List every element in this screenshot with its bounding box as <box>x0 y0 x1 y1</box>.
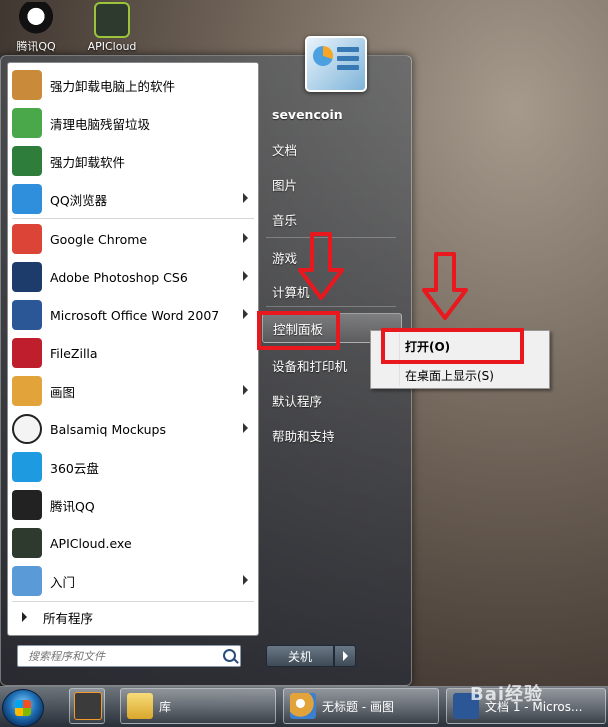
sublime-text-icon <box>74 692 102 720</box>
all-programs-button[interactable]: 所有程序 <box>8 603 258 631</box>
right-item-documents[interactable]: 文档 <box>262 134 402 164</box>
program-item[interactable]: 360云盘 <box>8 448 258 486</box>
menu-divider <box>12 218 254 219</box>
taskbar-button-label: 无标题 - 画图 <box>322 699 394 714</box>
chevron-right-icon[interactable] <box>243 575 248 585</box>
picture-bar <box>337 47 359 52</box>
qq-browser-icon <box>12 184 42 214</box>
start-search-box[interactable] <box>17 645 241 667</box>
program-item[interactable]: Microsoft Office Word 2007 <box>8 296 258 334</box>
down-arrow-annotation-icon <box>298 232 344 300</box>
program-item[interactable]: 腾讯QQ <box>8 486 258 524</box>
program-label: 腾讯QQ <box>50 498 95 514</box>
picture-bar <box>337 65 359 70</box>
desktop-icon-qq[interactable]: 腾讯QQ <box>6 2 66 53</box>
chrome-icon <box>12 224 42 254</box>
all-programs-label: 所有程序 <box>43 610 94 626</box>
menu-divider <box>266 306 396 307</box>
program-label: 360云盘 <box>50 460 99 476</box>
menu-divider <box>12 601 254 602</box>
right-item-music[interactable]: 音乐 <box>262 204 402 234</box>
library-folder-icon <box>127 693 153 719</box>
program-label: Adobe Photoshop CS6 <box>50 269 188 285</box>
taskbar-button-library[interactable]: 库 <box>120 688 276 724</box>
program-label: QQ浏览器 <box>50 192 108 208</box>
uninstall-box-icon <box>12 70 42 100</box>
chevron-right-icon[interactable] <box>243 385 248 395</box>
down-arrow-annotation-icon <box>422 252 468 320</box>
program-label: APICloud.exe <box>50 535 132 551</box>
apicloud-icon <box>12 528 42 558</box>
start-button[interactable] <box>2 689 44 727</box>
program-item[interactable]: Google Chrome <box>8 220 258 258</box>
shutdown-options-button[interactable] <box>334 645 356 667</box>
desktop-icon-label: 腾讯QQ <box>16 40 56 53</box>
program-label: 强力卸载电脑上的软件 <box>50 78 176 94</box>
paint-icon <box>290 693 316 719</box>
shield-app-icon <box>12 146 42 176</box>
recycle-bin-icon <box>12 108 42 138</box>
chevron-right-icon <box>22 612 27 622</box>
picture-bar <box>337 56 359 61</box>
photoshop-icon <box>12 262 42 292</box>
right-item-user-name[interactable]: sevencoin <box>262 99 402 129</box>
program-item[interactable]: 入门 <box>8 562 258 600</box>
chevron-right-icon[interactable] <box>243 309 248 319</box>
getting-started-icon <box>12 566 42 596</box>
program-item[interactable]: 强力卸载电脑上的软件 <box>8 66 258 104</box>
right-item-help-and-support[interactable]: 帮助和支持 <box>262 420 402 450</box>
program-item[interactable]: QQ浏览器 <box>8 180 258 218</box>
program-item[interactable]: 强力卸载软件 <box>8 142 258 180</box>
qq-penguin-icon <box>18 2 54 38</box>
qq-penguin-icon <box>12 490 42 520</box>
program-label: Google Chrome <box>50 231 148 247</box>
program-item[interactable]: FileZilla <box>8 334 258 372</box>
taskbar-button-paint[interactable]: 无标题 - 画图 <box>283 688 439 724</box>
paint-icon <box>12 376 42 406</box>
highlight-control-panel <box>257 311 340 350</box>
balsamiq-icon <box>12 414 42 444</box>
chevron-right-icon[interactable] <box>243 233 248 243</box>
highlight-open-item <box>381 328 524 364</box>
watermark: Bai经验 <box>470 684 544 705</box>
right-item-pictures[interactable]: 图片 <box>262 169 402 199</box>
chevron-right-icon[interactable] <box>243 193 248 203</box>
taskbar-button-sublime[interactable] <box>69 688 105 724</box>
user-account-picture[interactable] <box>305 36 367 92</box>
taskbar-button-label: 库 <box>159 699 172 714</box>
start-menu-programs-pane: 所有程序 强力卸载电脑上的软件 清理电脑残留垃圾 强力卸载软件 QQ浏览器 Google… <box>7 62 259 636</box>
program-item[interactable]: 画图 <box>8 372 258 410</box>
search-input[interactable] <box>26 646 220 666</box>
program-label: 强力卸载软件 <box>50 154 126 170</box>
chevron-right-icon[interactable] <box>243 271 248 281</box>
word-icon <box>12 300 42 330</box>
program-label: FileZilla <box>50 345 98 361</box>
chevron-right-icon[interactable] <box>243 423 248 433</box>
program-label: 画图 <box>50 384 76 400</box>
program-label: Microsoft Office Word 2007 <box>50 307 220 323</box>
program-item[interactable]: Balsamiq Mockups <box>8 410 258 448</box>
apicloud-icon <box>94 2 130 38</box>
desktop-icon-apicloud[interactable]: APICloud <box>82 2 142 53</box>
search-icon[interactable] <box>223 649 236 662</box>
program-label: Balsamiq Mockups <box>50 421 166 437</box>
cloud-drive-icon <box>12 452 42 482</box>
shutdown-button[interactable]: 关机 <box>266 645 334 667</box>
program-label: 清理电脑残留垃圾 <box>50 116 151 132</box>
control-panel-pie-icon <box>313 46 333 66</box>
desktop-icon-label: APICloud <box>87 40 137 53</box>
context-menu-show-on-desktop[interactable]: 在桌面上显示(S) <box>371 364 549 386</box>
program-label: 入门 <box>50 574 76 590</box>
program-item[interactable]: Adobe Photoshop CS6 <box>8 258 258 296</box>
filezilla-icon <box>12 338 42 368</box>
program-item[interactable]: APICloud.exe <box>8 524 258 562</box>
program-item[interactable]: 清理电脑残留垃圾 <box>8 104 258 142</box>
right-item-default-programs[interactable]: 默认程序 <box>262 385 402 415</box>
